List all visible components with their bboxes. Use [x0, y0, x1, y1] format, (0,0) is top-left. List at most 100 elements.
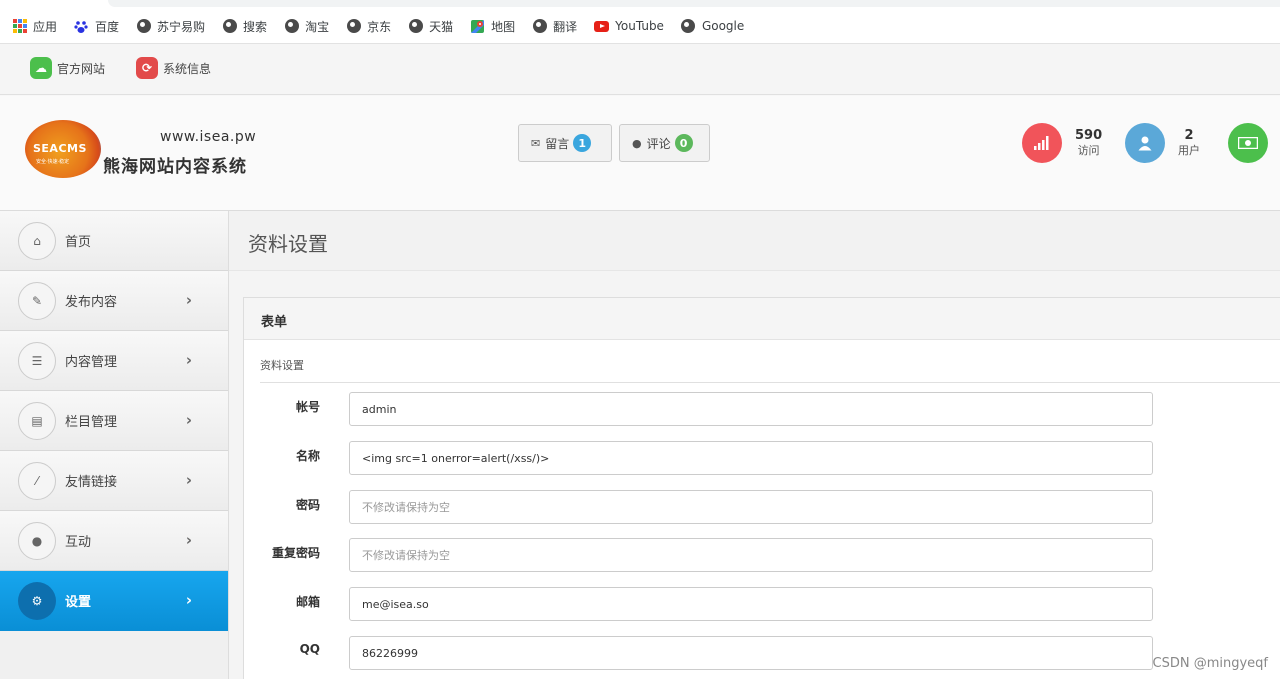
sidebar-item-label: 友情链接 [65, 475, 118, 490]
system-info-label: 系统信息 [163, 61, 212, 76]
messages-label: 留言 [545, 136, 570, 151]
bookmark-maps[interactable]: 地图 [470, 18, 515, 35]
money-icon [1228, 123, 1268, 163]
section-title: 资料设置 [260, 359, 304, 372]
top-nav: ☁ 官方网站 ⟳ 系统信息 [0, 44, 1280, 95]
sidebar-item-label: 设置 [65, 595, 92, 610]
site-name: 熊海网站内容系统 [103, 157, 247, 177]
globe-icon [346, 19, 361, 34]
form-row-password: 密码 [244, 490, 1280, 524]
users-label: 用户 [1178, 144, 1200, 157]
bookmark-label: 翻译 [553, 19, 578, 34]
bookmarks-bar: 应用 百度 苏宁易购 搜索 淘宝 京东 天猫 地图 翻译 YouTube Goo… [0, 0, 1280, 44]
messages-count-badge: 1 [573, 134, 592, 152]
visits-label: 访问 [1077, 144, 1100, 157]
account-input[interactable] [349, 392, 1153, 426]
form-row-account: 帐号 [244, 392, 1280, 426]
form-row-name: 名称 [244, 441, 1280, 475]
users-stat[interactable]: 2 用户 [1125, 123, 1200, 163]
bookmark-label: 百度 [95, 19, 120, 34]
field-label: 帐号 [295, 400, 320, 414]
qq-input[interactable] [349, 636, 1153, 670]
sidebar-item-label: 首页 [65, 235, 92, 250]
password-input[interactable] [349, 490, 1153, 524]
refresh-icon: ⟳ [136, 57, 158, 79]
bookmark-label: 应用 [33, 19, 58, 34]
sidebar-item-columns[interactable]: ▤ 栏目管理 › [0, 391, 228, 451]
pencil-icon: ✎ [18, 281, 56, 320]
sidebar: ⌂ 首页 ✎ 发布内容 › ☰ 内容管理 › ▤ 栏目管理 › ⁄ 友情链接 ›… [0, 211, 229, 679]
sidebar-item-settings[interactable]: ⚙ 设置 › [0, 571, 228, 631]
signal-bars-icon [1022, 123, 1062, 163]
bookmark-apps[interactable]: 应用 [12, 18, 57, 35]
bookmark-google[interactable]: Google [681, 19, 744, 34]
messages-button[interactable]: ✉ 留言 1 [518, 124, 612, 162]
site-url: www.isea.pw [160, 129, 257, 145]
page-header: 资料设置 [229, 211, 1280, 271]
address-bar-edge[interactable] [108, 0, 1280, 7]
list-icon: ☰ [18, 341, 56, 380]
cloud-upload-icon: ☁ [30, 57, 52, 79]
bookmark-label: 苏宁易购 [157, 19, 206, 34]
globe-icon [284, 19, 299, 34]
baidu-paw-icon [74, 19, 89, 34]
youtube-icon [594, 19, 610, 34]
globe-icon [681, 19, 696, 34]
field-label: 密码 [295, 498, 320, 512]
bookmark-youtube[interactable]: YouTube [594, 19, 664, 34]
form-row-email: 邮箱 [244, 587, 1280, 621]
bookmark-search[interactable]: 搜索 [222, 18, 267, 35]
money-stat[interactable] [1228, 123, 1268, 163]
globe-icon [222, 19, 237, 34]
bookmark-list: 应用 百度 苏宁易购 搜索 淘宝 京东 天猫 地图 翻译 YouTube Goo… [12, 16, 761, 36]
user-icon [1125, 123, 1165, 163]
chevron-right-icon: › [185, 591, 192, 609]
form-row-repeat-password: 重复密码 [244, 538, 1280, 572]
bookmark-suning[interactable]: 苏宁易购 [136, 18, 205, 35]
chevron-right-icon: › [185, 531, 192, 549]
bookmark-baidu[interactable]: 百度 [74, 18, 119, 35]
field-label: 邮箱 [295, 595, 320, 609]
bookmark-label: 天猫 [429, 19, 454, 34]
comments-icon: ● [632, 136, 642, 150]
sidebar-item-label: 内容管理 [65, 355, 118, 370]
cogs-icon: ⚙ [18, 581, 56, 620]
bookmark-tmall[interactable]: 天猫 [408, 18, 453, 35]
maps-icon [470, 19, 485, 34]
chevron-right-icon: › [185, 411, 192, 429]
visits-value: 590 [1075, 128, 1103, 143]
section-divider [260, 382, 1280, 383]
bookmark-translate[interactable]: 翻译 [532, 18, 577, 35]
chevron-right-icon: › [185, 351, 192, 369]
field-label: 名称 [295, 449, 320, 463]
list-alt-icon: ▤ [18, 401, 56, 440]
bookmark-jd[interactable]: 京东 [346, 18, 391, 35]
site-header: SEACMS 安全·快速·稳定 www.isea.pw 熊海网站内容系统 ✉ 留… [0, 96, 1280, 211]
repeat-password-input[interactable] [349, 538, 1153, 572]
sidebar-item-publish[interactable]: ✎ 发布内容 › [0, 271, 228, 331]
sidebar-item-interaction[interactable]: ● 互动 › [0, 511, 228, 571]
official-site-link[interactable]: ☁ 官方网站 [30, 57, 105, 79]
sidebar-item-links[interactable]: ⁄ 友情链接 › [0, 451, 228, 511]
comments-icon: ● [18, 521, 56, 560]
name-input[interactable] [349, 441, 1153, 475]
field-label: QQ [299, 642, 320, 656]
logo-subtext: 安全·快速·稳定 [36, 159, 70, 165]
globe-icon [136, 19, 151, 34]
comments-button[interactable]: ● 评论 0 [619, 124, 710, 162]
visits-stat[interactable]: 590 访问 [1022, 123, 1102, 163]
bookmark-label: 搜索 [243, 19, 268, 34]
envelope-icon: ✉ [531, 136, 541, 150]
sidebar-item-label: 互动 [65, 535, 92, 550]
bookmark-label: 淘宝 [305, 19, 330, 34]
sidebar-item-label: 发布内容 [65, 295, 118, 310]
sidebar-item-content[interactable]: ☰ 内容管理 › [0, 331, 228, 391]
email-input[interactable] [349, 587, 1153, 621]
bookmark-taobao[interactable]: 淘宝 [284, 18, 329, 35]
bookmark-label: YouTube [615, 19, 664, 33]
main-content: 资料设置 表单 资料设置 帐号 名称 密码 重复密码 邮箱 QQ [229, 211, 1280, 679]
system-info-link[interactable]: ⟳ 系统信息 [136, 57, 211, 79]
chevron-right-icon: › [185, 291, 192, 309]
sidebar-item-home[interactable]: ⌂ 首页 [0, 211, 228, 271]
users-value: 2 [1184, 128, 1194, 143]
